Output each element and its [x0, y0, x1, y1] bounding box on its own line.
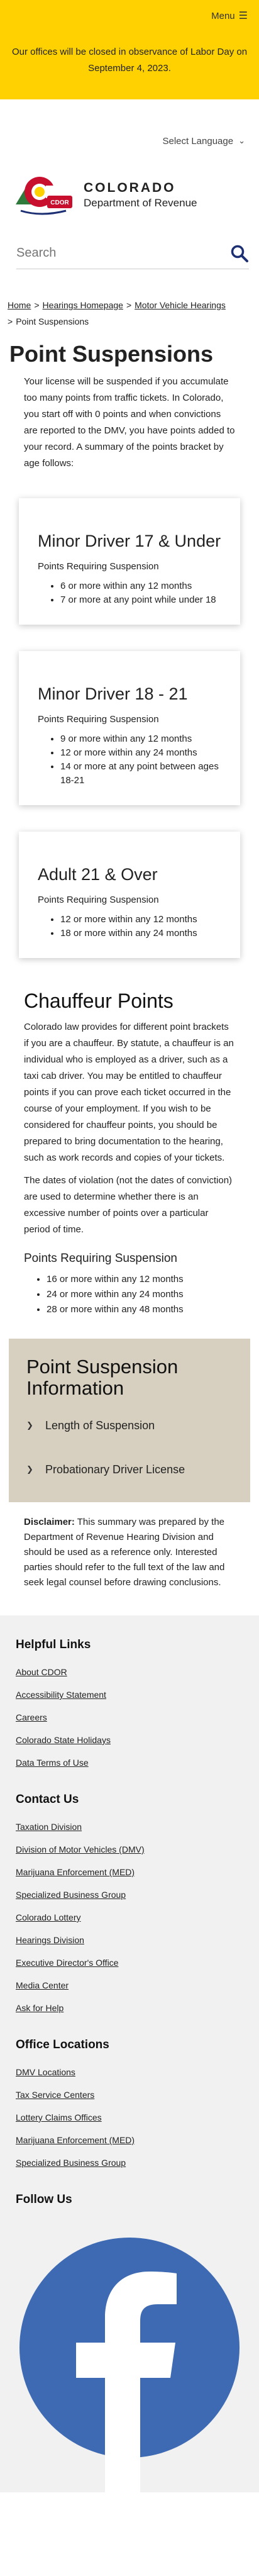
search-icon[interactable]	[230, 244, 249, 263]
card-subtitle: Points Requiring Suspension	[38, 561, 159, 572]
top-menu-bar: Menu ☰	[0, 0, 259, 31]
breadcrumb-home[interactable]: Home	[8, 300, 31, 310]
footer-link[interactable]: About CDOR	[16, 1661, 243, 1683]
footer-link[interactable]: Taxation Division	[16, 1815, 243, 1838]
section-subtitle: Points Requiring Suspension	[24, 1252, 177, 1265]
footer-heading: Contact Us	[16, 1793, 79, 1806]
breadcrumb-separator: >	[8, 316, 13, 326]
paragraph: Colorado law provides for different poin…	[24, 1022, 234, 1163]
info-title: Point Suspension Information	[26, 1356, 179, 1399]
footer-link[interactable]: Tax Service Centers	[16, 2083, 243, 2106]
disclaimer: Disclaimer: This summary was prepared by…	[24, 1515, 235, 1590]
footer-heading: Office Locations	[16, 2038, 109, 2051]
card-title: Minor Driver 17 & Under	[38, 532, 221, 550]
card-list: 12 or more within any 12 months 18 or mo…	[60, 913, 221, 940]
list-item: 28 or more within any 48 months	[47, 1302, 235, 1317]
card-minor-18-21: Minor Driver 18 - 21 Points Requiring Su…	[19, 651, 240, 805]
list-item: 16 or more within any 12 months	[47, 1272, 235, 1287]
card-title: Minor Driver 18 - 21	[38, 684, 188, 703]
list-item: 18 or more within any 24 months	[60, 927, 221, 940]
page-title: Point Suspensions	[9, 341, 214, 367]
language-selector[interactable]: Select Language ⌄	[0, 118, 259, 164]
footer-contact: Contact Us Taxation Division Division of…	[16, 1793, 243, 2019]
intro-paragraph: Your license will be suspended if you ac…	[24, 376, 235, 469]
list-item: 7 or more at any point while under 18	[60, 593, 221, 607]
footer-link[interactable]: Marijuana Enforcement (MED)	[16, 1861, 243, 1883]
card-list: 9 or more within any 12 months 12 or mor…	[60, 732, 221, 788]
footer-link[interactable]: Colorado State Holidays	[16, 1729, 243, 1751]
footer-link[interactable]: Executive Director's Office	[16, 1951, 243, 1974]
footer-link[interactable]: Division of Motor Vehicles (DMV)	[16, 1838, 243, 1861]
footer-heading: Helpful Links	[16, 1638, 91, 1651]
footer-link[interactable]: Careers	[16, 1706, 243, 1729]
list-item: 14 or more at any point between ages 18-…	[60, 760, 221, 788]
accordion-probationary-license[interactable]: ❯ Probationary Driver License	[26, 1452, 233, 1487]
menu-button-label[interactable]: Menu	[211, 11, 235, 21]
footer-office-locations: Office Locations DMV Locations Tax Servi…	[16, 2038, 243, 2174]
disclaimer-label: Disclaimer:	[24, 1517, 75, 1527]
logo-line-department: Department of Revenue	[84, 197, 197, 209]
logo-text: COLORADO Department of Revenue	[84, 181, 197, 209]
language-label[interactable]: Select Language	[162, 136, 233, 147]
facebook-icon[interactable]	[16, 2216, 243, 2492]
card-adult-21-over: Adult 21 & Over Points Requiring Suspens…	[19, 832, 240, 958]
breadcrumb-separator: >	[34, 300, 40, 310]
chauffeur-list: 16 or more within any 12 months 24 or mo…	[47, 1272, 235, 1317]
card-subtitle: Points Requiring Suspension	[38, 714, 159, 725]
alert-text: Our offices will be closed in observance…	[11, 47, 248, 74]
hamburger-icon[interactable]: ☰	[239, 9, 248, 22]
list-item: 6 or more within any 12 months	[60, 579, 221, 593]
footer-heading: Follow Us	[16, 2193, 72, 2206]
chevron-down-icon[interactable]: ⌄	[238, 136, 245, 146]
list-item: 12 or more within any 24 months	[60, 746, 221, 760]
footer-link[interactable]: Hearings Division	[16, 1929, 243, 1951]
footer-helpful-links: Helpful Links About CDOR Accessibility S…	[16, 1638, 243, 1774]
footer-link[interactable]: Colorado Lottery	[16, 1906, 243, 1929]
closure-alert: Our offices will be closed in observance…	[0, 31, 259, 99]
footer-link[interactable]: Lottery Claims Offices	[16, 2106, 243, 2129]
breadcrumb-hearings-homepage[interactable]: Hearings Homepage	[43, 300, 123, 310]
footer-link[interactable]: Ask for Help	[16, 1997, 243, 2019]
site-footer: Helpful Links About CDOR Accessibility S…	[0, 1615, 259, 2492]
search-input[interactable]	[16, 246, 205, 260]
footer-link[interactable]: Data Terms of Use	[16, 1751, 243, 1774]
card-subtitle: Points Requiring Suspension	[38, 895, 159, 905]
footer-link[interactable]: Specialized Business Group	[16, 2151, 243, 2174]
footer-link[interactable]: Accessibility Statement	[16, 1683, 243, 1706]
list-item: 12 or more within any 12 months	[60, 913, 221, 927]
chevron-down-icon[interactable]: ❯	[26, 1420, 45, 1430]
search-bar	[16, 238, 249, 269]
breadcrumb-motor-vehicle-hearings[interactable]: Motor Vehicle Hearings	[135, 300, 226, 310]
breadcrumb-separator: >	[126, 300, 132, 310]
chevron-down-icon[interactable]: ❯	[26, 1464, 45, 1475]
footer-link[interactable]: Marijuana Enforcement (MED)	[16, 2129, 243, 2151]
site-logo[interactable]: CDOR COLORADO Department of Revenue	[0, 164, 259, 226]
card-title: Adult 21 & Over	[38, 865, 158, 884]
footer-follow-us: Follow Us	[16, 2193, 243, 2492]
logo-line-colorado: COLORADO	[84, 181, 176, 195]
breadcrumb: Home > Hearings Homepage > Motor Vehicle Hea…	[0, 297, 259, 330]
list-item: 9 or more within any 12 months	[60, 732, 221, 746]
accordion-label[interactable]: Length of Suspension	[45, 1419, 155, 1432]
breadcrumb-current: Point Suspensions	[16, 316, 89, 326]
card-minor-17-under: Minor Driver 17 & Under Points Requiring…	[19, 498, 240, 625]
accordion-label[interactable]: Probationary Driver License	[45, 1463, 185, 1476]
colorado-logo-mark: CDOR	[16, 172, 76, 218]
section-title: Chauffeur Points	[24, 990, 174, 1012]
point-suspension-info: Point Suspension Information ❯ Length of…	[9, 1339, 250, 1502]
paragraph: The dates of violation (not the dates of…	[24, 1175, 233, 1235]
footer-link[interactable]: DMV Locations	[16, 2061, 243, 2083]
footer-link[interactable]: Specialized Business Group	[16, 1883, 243, 1906]
card-list: 6 or more within any 12 months 7 or more…	[60, 579, 221, 607]
accordion-length-of-suspension[interactable]: ❯ Length of Suspension	[26, 1408, 233, 1443]
logo-badge-text: CDOR	[50, 199, 69, 206]
chauffeur-section: Chauffeur Points Colorado law provides f…	[24, 990, 235, 1317]
footer-link[interactable]: Media Center	[16, 1974, 243, 1997]
list-item: 24 or more within any 24 months	[47, 1287, 235, 1302]
